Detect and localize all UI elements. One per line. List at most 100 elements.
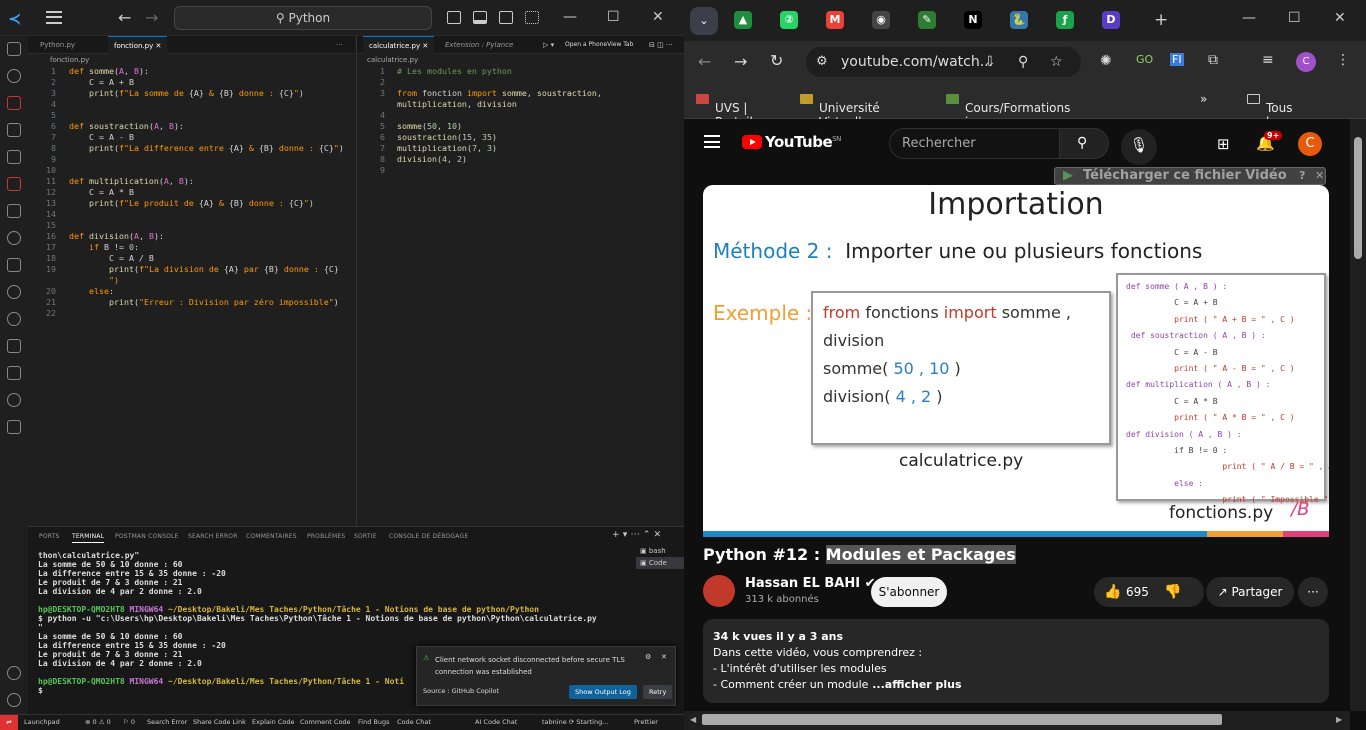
download-help-icon[interactable]: ? — [1299, 168, 1305, 184]
more-actions-icon[interactable]: ··· — [330, 36, 349, 54]
extensions-icon[interactable] — [7, 177, 21, 191]
media-control-icon[interactable]: ≡ — [1262, 52, 1274, 68]
panel-tab-problems[interactable]: PROBLÈMES — [307, 533, 345, 540]
subscribe-button[interactable]: S'abonner — [871, 577, 947, 607]
panel-tab-output[interactable]: SORTIE — [354, 533, 377, 540]
pinned-tab-favicon-icon[interactable]: D — [1102, 11, 1120, 29]
close-tab-icon[interactable]: ✕ — [156, 42, 162, 50]
youtube-logo[interactable]: YouTubeSN — [742, 133, 841, 151]
channel-name[interactable]: Hassan EL BAHI ✔ — [745, 576, 875, 591]
panel-tab-terminal[interactable]: TERMINAL — [72, 533, 105, 543]
bookmark-universite-virtuelle[interactable]: Université Virtuelle... — [800, 92, 880, 129]
all-bookmarks[interactable]: Tous les favoris — [1247, 92, 1307, 143]
create-video-icon[interactable]: ⊞ — [1217, 135, 1230, 153]
status-explain-code[interactable]: Explain Code — [252, 715, 295, 730]
testing-icon[interactable] — [7, 204, 21, 218]
forward-icon[interactable]: → — [734, 52, 747, 71]
toggle-panel-icon[interactable] — [473, 11, 487, 24]
tab-calculatrice-py[interactable]: calculatrice.py ✕ — [363, 36, 435, 54]
tab-python-py[interactable]: Python.py — [34, 36, 81, 54]
customize-layout-icon[interactable] — [525, 11, 539, 24]
vertical-scrollbar[interactable] — [1350, 119, 1366, 711]
video-progress-bar[interactable] — [703, 531, 1329, 537]
minimize-icon[interactable]: — — [563, 9, 577, 25]
python-icon[interactable] — [7, 258, 21, 272]
more-options-icon[interactable]: ··· — [1298, 577, 1328, 607]
download-video-bar[interactable]: ▶ Télécharger ce fichier Vidéo ? ✕ — [1054, 167, 1326, 185]
voice-search-icon[interactable]: 🎙 — [1121, 129, 1157, 165]
menu-icon[interactable] — [46, 11, 62, 24]
status-share-code[interactable]: Share Code Link — [193, 715, 246, 730]
split-editor-icon[interactable]: ⊟ ◫ ··· — [643, 36, 679, 54]
toggle-sidebar-icon[interactable] — [447, 11, 461, 24]
back-arrow-icon[interactable]: ← — [118, 8, 131, 27]
maximize-icon[interactable]: ☐ — [1288, 10, 1301, 26]
status-ports[interactable]: ⚐ 0 — [123, 715, 135, 730]
chat-icon[interactable] — [7, 420, 21, 434]
source-control-icon[interactable] — [7, 96, 21, 110]
new-tab-icon[interactable]: + — [1154, 10, 1168, 30]
share-button[interactable]: ↗ Partager — [1206, 577, 1294, 607]
status-code-chat[interactable]: Code Chat — [397, 715, 431, 730]
channel-avatar[interactable] — [703, 575, 735, 607]
status-comment-code[interactable]: Comment Code — [300, 715, 351, 730]
tab-fonction-py[interactable]: fonction.py ✕ — [108, 36, 168, 54]
download-close-icon[interactable]: ✕ — [1315, 168, 1324, 184]
run-file-icon[interactable]: ▷ ▾ — [537, 36, 560, 54]
status-tabnine[interactable]: tabnine ⟳ Starting... — [542, 715, 608, 730]
terminal-item-code[interactable]: ▣ Code — [636, 557, 684, 569]
site-info-icon[interactable]: ⚙ — [816, 47, 828, 77]
status-ai-code-chat[interactable]: AI Code Chat — [475, 715, 517, 730]
show-output-log-button[interactable]: Show Output Log — [569, 685, 637, 699]
explorer-icon[interactable] — [7, 42, 21, 56]
panel-tab-search-error[interactable]: SEARCH ERROR — [188, 533, 238, 540]
breadcrumb[interactable]: fonction.py — [28, 55, 89, 66]
github-icon[interactable] — [7, 231, 21, 245]
extension-ai-icon[interactable]: ✺ — [1100, 53, 1112, 69]
remote-indicator-icon[interactable]: ⇌ — [0, 715, 18, 730]
horizontal-scrollbar[interactable]: ◀ ▶ — [684, 711, 1350, 730]
docker-icon[interactable] — [7, 366, 21, 380]
chrome-menu-icon[interactable]: ⋮ — [1336, 52, 1350, 68]
pinned-tab-favicon-icon[interactable]: ƒ — [1056, 11, 1074, 29]
bookmark-star-icon[interactable]: ☆ — [1050, 47, 1063, 77]
maximize-icon[interactable]: ☐ — [607, 9, 620, 25]
bookmarks-overflow-icon[interactable]: » — [1200, 92, 1207, 106]
panel-tab-comments[interactable]: COMMENTAIRES — [246, 533, 297, 540]
run-debug-icon[interactable] — [7, 123, 21, 137]
profile-avatar[interactable]: C — [1296, 52, 1316, 72]
settings-gear-icon[interactable] — [7, 693, 21, 707]
yt-search-button[interactable]: ⚲ — [1059, 128, 1109, 159]
reload-icon[interactable]: ↻ — [770, 51, 783, 70]
pinned-tab-favicon-icon[interactable]: ◉ — [872, 11, 890, 29]
dislike-icon[interactable]: 👎 — [1164, 577, 1181, 607]
extension-go-icon[interactable]: GO — [1136, 53, 1153, 66]
retry-button[interactable]: Retry — [643, 685, 673, 699]
yt-menu-icon[interactable] — [704, 135, 720, 148]
status-problems[interactable]: ⊗ 0 ⚠ 0 — [85, 715, 111, 730]
close-icon[interactable]: ✕ — [652, 9, 664, 25]
notification-close-icon[interactable]: ✕ — [661, 653, 667, 661]
bookmark-cours-formations[interactable]: Cours/Formations i... — [946, 92, 1070, 129]
yt-search-input[interactable]: Rechercher — [889, 128, 1060, 159]
toggle-secondary-sidebar-icon[interactable] — [499, 11, 513, 24]
bookmark-icon[interactable] — [7, 339, 21, 353]
breadcrumb[interactable]: calculatrice.py — [357, 55, 418, 66]
close-icon[interactable]: ✕ — [1334, 10, 1346, 26]
video-description[interactable]: 34 k vues il y a 3 ans Dans cette vidéo,… — [703, 619, 1329, 703]
forward-arrow-icon[interactable]: → — [145, 8, 158, 27]
tab-pylance[interactable]: Extension : Pylance — [439, 36, 519, 54]
status-launchpad[interactable]: Launchpad — [24, 715, 60, 730]
pinned-tab-favicon-icon[interactable]: ✎ — [918, 11, 936, 29]
tab-search-icon[interactable]: ⌄ — [690, 7, 718, 35]
notification-settings-icon[interactable]: ⚙ — [645, 653, 651, 661]
back-icon[interactable]: ← — [698, 52, 711, 71]
show-more-link[interactable]: ...afficher plus — [868, 678, 961, 691]
extension-fi-icon[interactable]: FI — [1170, 53, 1184, 66]
pinned-tab-favicon-icon[interactable]: N — [964, 11, 982, 29]
extensions-puzzle-icon[interactable]: ⧉ — [1208, 52, 1218, 68]
address-bar[interactable]: ⚙ youtube.com/watch... ⇩ ⚲ ☆ — [806, 47, 1081, 77]
close-tab-icon[interactable]: ✕ — [422, 42, 428, 50]
pinned-tab-favicon-icon[interactable]: ▲ — [734, 11, 752, 29]
status-find-bugs[interactable]: Find Bugs — [358, 715, 389, 730]
